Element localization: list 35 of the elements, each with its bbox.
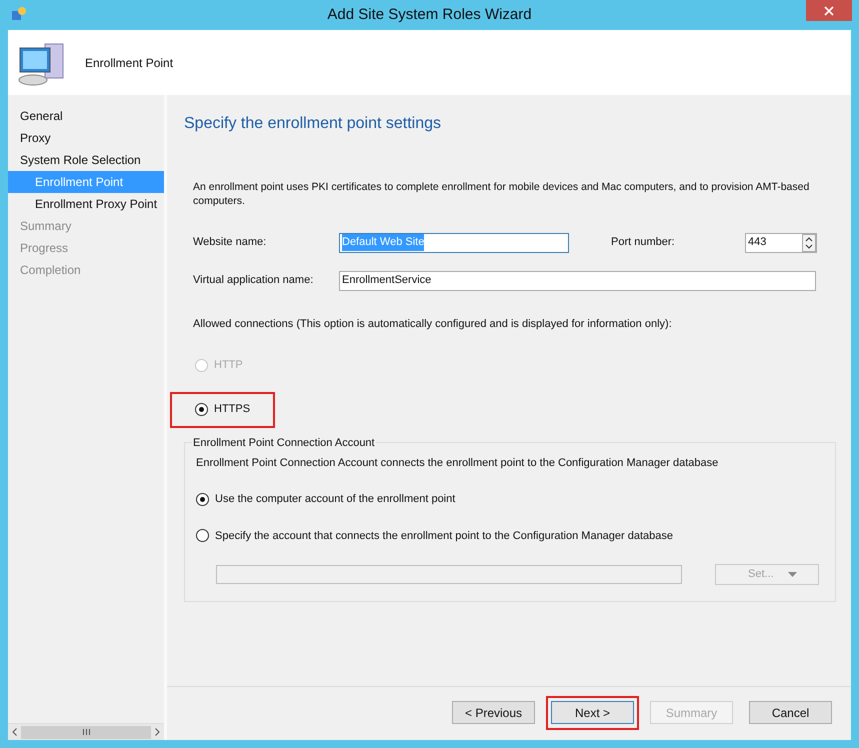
sidebar-item[interactable]: General <box>8 105 164 127</box>
scroll-left-icon[interactable] <box>12 728 17 736</box>
horizontal-scrollbar[interactable] <box>8 723 164 740</box>
sidebar-item[interactable]: System Role Selection <box>8 149 164 171</box>
close-icon <box>824 6 834 16</box>
sidebar-item[interactable]: Enrollment Proxy Point <box>8 193 164 215</box>
radio-button[interactable] <box>196 529 209 542</box>
scrollbar-thumb[interactable] <box>21 726 151 738</box>
allowed-connections-label: Allowed connections (This option is automatically configured and is displayed for information only): <box>192 317 673 332</box>
description: An enrollment point uses PKI certificates to complete enrollment for mobile devices and Mac computers, and to provision AMT-based computers. <box>192 180 810 208</box>
header-title: Enrollment Point <box>85 54 174 72</box>
field-label: Website name: <box>193 235 268 250</box>
wizard-button[interactable]: < Previous <box>452 701 535 724</box>
window-title: Add Site System Roles Wizard <box>327 4 532 25</box>
wizard-button[interactable]: Cancel <box>749 701 832 724</box>
sidebar-item[interactable]: Proxy <box>8 127 164 149</box>
close-button[interactable] <box>806 0 852 21</box>
radio-label: HTTP <box>214 358 243 374</box>
scroll-right-icon[interactable] <box>155 728 160 736</box>
radio-label: Use the computer account of the enrollment point <box>215 492 456 507</box>
port-number-field[interactable]: 443 <box>745 232 817 252</box>
radio-label: Specify the account that connects the enrollment point to the Configuration Manager database <box>215 528 674 544</box>
radio-label: HTTPS <box>214 402 250 418</box>
grip-icon <box>82 729 90 735</box>
wizard-button[interactable]: Next > <box>551 701 634 724</box>
app-icon <box>11 6 27 22</box>
field-label: Port number: <box>611 235 676 250</box>
page-heading: Specify the enrollment point settings <box>184 114 442 134</box>
group-description: Enrollment Point Connection Account connects the enrollment point to the Configuration Manager database <box>196 456 720 470</box>
radio-button[interactable] <box>195 403 208 416</box>
field-label: Virtual application name: <box>193 273 314 288</box>
virtual-application-name-field[interactable]: EnrollmentService <box>339 270 816 290</box>
spinner-icon[interactable] <box>802 234 816 252</box>
dropdown-arrow-icon <box>788 572 797 577</box>
radio-button[interactable] <box>196 492 209 506</box>
